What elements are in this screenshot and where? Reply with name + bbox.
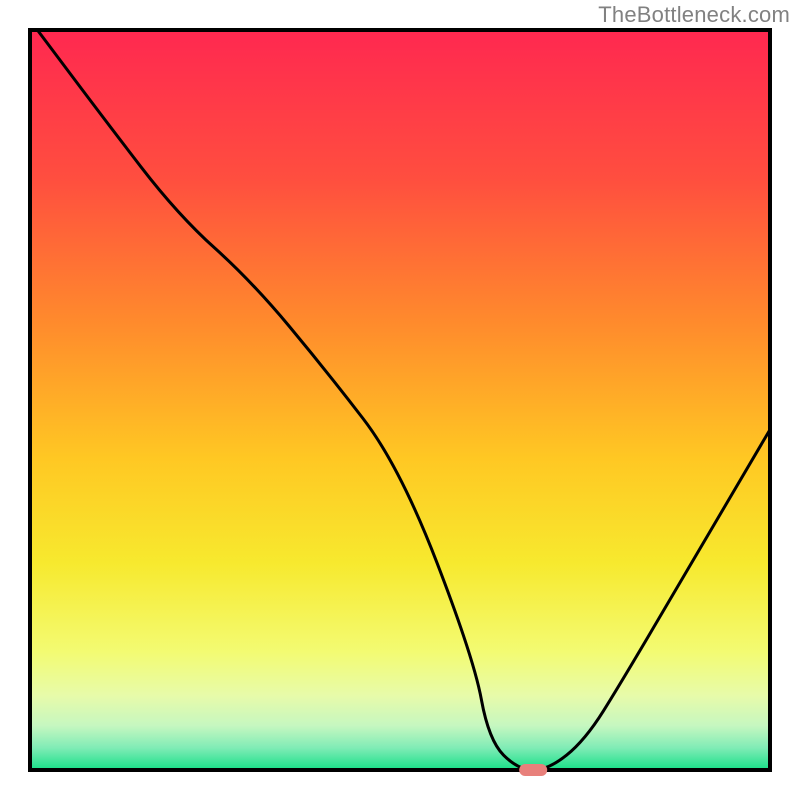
plot-background <box>30 30 770 770</box>
chart-container: { "watermark": "TheBottleneck.com", "cha… <box>0 0 800 800</box>
watermark-text: TheBottleneck.com <box>598 2 790 28</box>
optimal-marker <box>519 764 547 776</box>
bottleneck-chart <box>0 0 800 800</box>
